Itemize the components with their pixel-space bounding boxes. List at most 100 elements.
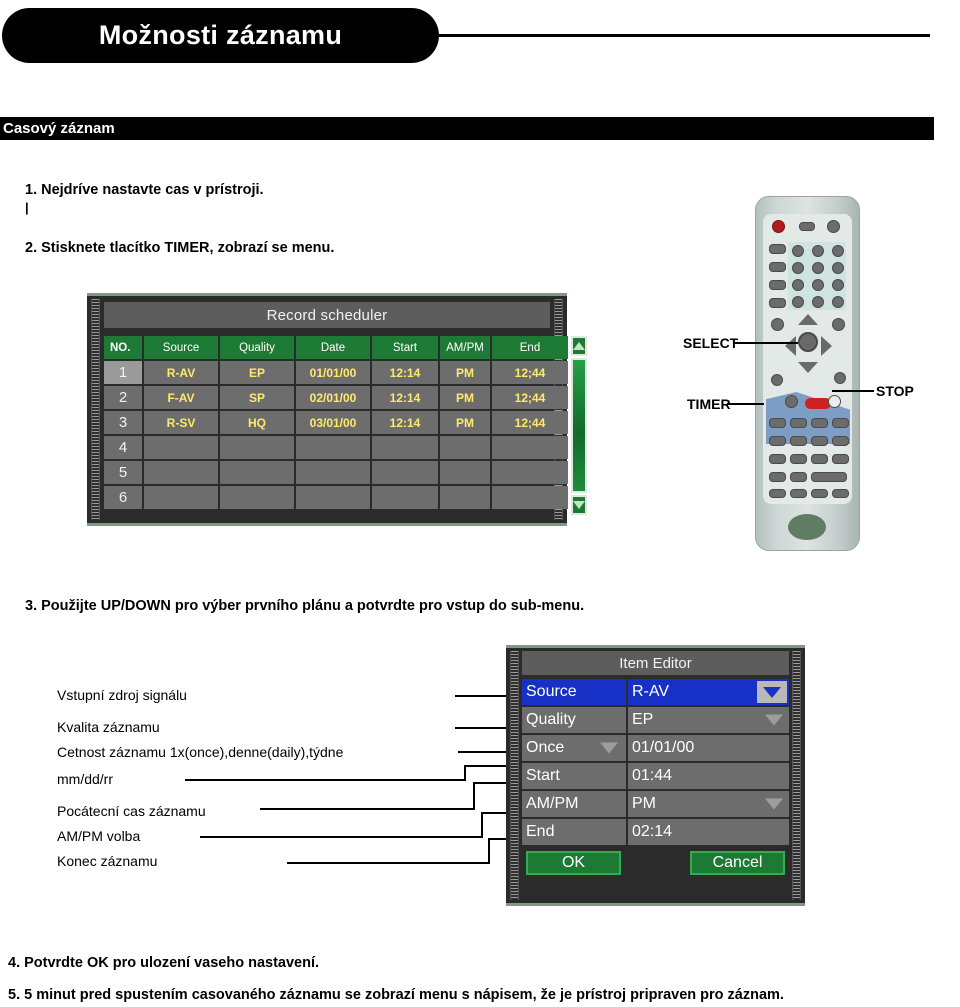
chevron-down-icon[interactable] bbox=[765, 714, 783, 726]
step-1-text: 1. Nejdríve nastavte cas v prístroji. bbox=[25, 182, 264, 198]
cancel-button[interactable]: Cancel bbox=[690, 851, 785, 875]
table-row[interactable]: 5 bbox=[104, 461, 568, 484]
cell-start[interactable]: 12:14 bbox=[372, 361, 438, 384]
cell-ampm[interactable] bbox=[440, 486, 490, 509]
cell-start[interactable] bbox=[372, 461, 438, 484]
connector-line-stop bbox=[832, 390, 874, 392]
remote-row2-button-4 bbox=[832, 436, 849, 446]
connector-line-start-b bbox=[473, 782, 475, 810]
dpad-up-icon bbox=[798, 314, 818, 325]
cell-end[interactable] bbox=[492, 461, 568, 484]
chevron-down-icon[interactable] bbox=[757, 681, 787, 703]
table-row[interactable]: 4 bbox=[104, 436, 568, 459]
remote-key-hash bbox=[832, 296, 844, 308]
cell-quality[interactable] bbox=[220, 461, 294, 484]
page-title: Možnosti záznamu bbox=[98, 20, 343, 50]
editor-value-quality[interactable]: EP bbox=[628, 707, 789, 733]
editor-label-quality: Quality bbox=[522, 707, 626, 733]
cell-quality[interactable]: SP bbox=[220, 386, 294, 409]
cell-ampm[interactable]: PM bbox=[440, 411, 490, 434]
cell-quality[interactable]: EP bbox=[220, 361, 294, 384]
table-row[interactable]: 2 F-AV SP 02/01/00 12:14 PM 12;44 bbox=[104, 386, 568, 409]
cell-date[interactable]: 01/01/00 bbox=[296, 361, 370, 384]
remote-face bbox=[763, 214, 852, 504]
editor-row-ampm[interactable]: AM/PM PM bbox=[522, 791, 789, 817]
cell-ampm[interactable] bbox=[440, 461, 490, 484]
remote-row4-button-2 bbox=[790, 472, 807, 482]
row-number: 5 bbox=[104, 461, 142, 484]
cell-source[interactable] bbox=[144, 461, 218, 484]
column-header-end: End bbox=[492, 336, 568, 359]
scrollbar-thumb[interactable] bbox=[571, 358, 587, 493]
table-row[interactable]: 1 R-AV EP 01/01/00 12:14 PM 12;44 bbox=[104, 361, 568, 384]
cell-date[interactable]: 03/01/00 bbox=[296, 411, 370, 434]
editor-label-once[interactable]: Once bbox=[522, 735, 626, 761]
cell-source[interactable] bbox=[144, 486, 218, 509]
cell-end[interactable]: 12;44 bbox=[492, 411, 568, 434]
cell-source[interactable]: R-AV bbox=[144, 361, 218, 384]
step-5-text: 5. 5 minut pred spustením casovaného záz… bbox=[8, 987, 784, 1003]
cell-quality[interactable]: HQ bbox=[220, 411, 294, 434]
cell-ampm[interactable]: PM bbox=[440, 386, 490, 409]
cell-end[interactable] bbox=[492, 436, 568, 459]
cell-end[interactable]: 12;44 bbox=[492, 361, 568, 384]
chevron-down-icon[interactable] bbox=[765, 798, 783, 810]
cell-date[interactable] bbox=[296, 461, 370, 484]
scroll-down-button[interactable] bbox=[571, 495, 587, 515]
editor-row-end[interactable]: End 02:14 bbox=[522, 819, 789, 845]
remote-row5-button-2 bbox=[790, 489, 807, 498]
connector-line-start-a bbox=[260, 808, 475, 810]
table-row[interactable]: 3 R-SV HQ 03/01/00 12:14 PM 12;44 bbox=[104, 411, 568, 434]
cell-end[interactable]: 12;44 bbox=[492, 386, 568, 409]
dpad-left-icon bbox=[785, 336, 796, 356]
cell-start[interactable]: 12:14 bbox=[372, 386, 438, 409]
remote-side-button-1 bbox=[769, 244, 786, 254]
cell-quality[interactable] bbox=[220, 436, 294, 459]
remote-label-select: SELECT bbox=[683, 335, 739, 351]
row-number: 1 bbox=[104, 361, 142, 384]
editor-row-source[interactable]: Source R-AV bbox=[522, 679, 789, 705]
remote-key-star bbox=[792, 296, 804, 308]
panel-left-hatch-decoration bbox=[91, 299, 100, 520]
cell-quality[interactable] bbox=[220, 486, 294, 509]
editor-value-date[interactable]: 01/01/00 bbox=[628, 735, 789, 761]
table-row[interactable]: 6 bbox=[104, 486, 568, 509]
cell-date[interactable]: 02/01/00 bbox=[296, 386, 370, 409]
cell-start[interactable]: 12:14 bbox=[372, 411, 438, 434]
cell-ampm[interactable] bbox=[440, 436, 490, 459]
record-scheduler-title: Record scheduler bbox=[104, 302, 550, 328]
cell-start[interactable] bbox=[372, 436, 438, 459]
connector-line-quality bbox=[455, 727, 510, 729]
cell-start[interactable] bbox=[372, 486, 438, 509]
item-editor-title: Item Editor bbox=[522, 651, 789, 675]
dpad-select-button bbox=[798, 332, 818, 352]
remote-key-0 bbox=[812, 296, 824, 308]
remote-row5-button-4 bbox=[832, 489, 849, 498]
cell-source[interactable]: R-SV bbox=[144, 411, 218, 434]
scroll-up-button[interactable] bbox=[571, 336, 587, 356]
editor-row-quality[interactable]: Quality EP bbox=[522, 707, 789, 733]
editor-value-ampm[interactable]: PM bbox=[628, 791, 789, 817]
editor-row-start[interactable]: Start 01:44 bbox=[522, 763, 789, 789]
cell-date[interactable] bbox=[296, 436, 370, 459]
connector-line-date-b bbox=[464, 765, 466, 781]
callout-start-time: Pocátecní cas záznamu bbox=[57, 803, 206, 819]
cell-date[interactable] bbox=[296, 486, 370, 509]
remote-stop-button bbox=[828, 395, 841, 408]
editor-value-source[interactable]: R-AV bbox=[628, 679, 789, 705]
cell-source[interactable] bbox=[144, 436, 218, 459]
ok-button[interactable]: OK bbox=[526, 851, 621, 875]
editor-value-start[interactable]: 01:44 bbox=[628, 763, 789, 789]
cell-ampm[interactable]: PM bbox=[440, 361, 490, 384]
editor-value-end[interactable]: 02:14 bbox=[628, 819, 789, 845]
connector-line-end-a bbox=[287, 862, 490, 864]
chevron-down-icon[interactable] bbox=[600, 742, 618, 754]
column-header-quality: Quality bbox=[220, 336, 294, 359]
remote-row4-button-1 bbox=[769, 472, 786, 482]
cell-source[interactable]: F-AV bbox=[144, 386, 218, 409]
scheduler-scrollbar[interactable] bbox=[571, 336, 587, 515]
item-editor-inner: Item Editor Source R-AV Quality EP Once … bbox=[522, 651, 789, 900]
dpad-right-icon bbox=[821, 336, 832, 356]
editor-row-once[interactable]: Once 01/01/00 bbox=[522, 735, 789, 761]
cell-end[interactable] bbox=[492, 486, 568, 509]
